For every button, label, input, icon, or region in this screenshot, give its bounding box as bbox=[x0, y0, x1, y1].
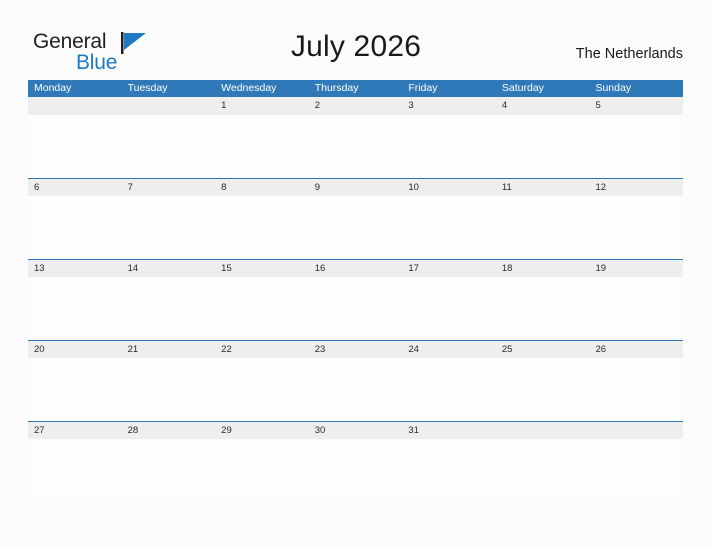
week-band: 13 14 15 16 17 18 19 bbox=[28, 259, 683, 277]
week-band: 6 7 8 9 10 11 12 bbox=[28, 178, 683, 196]
week-row: 27 28 29 30 31 bbox=[28, 421, 683, 502]
day-cell[interactable]: 25 bbox=[496, 341, 590, 358]
day-cell[interactable] bbox=[496, 422, 590, 439]
day-cell[interactable]: 16 bbox=[309, 260, 403, 277]
week-row: 13 14 15 16 17 18 19 bbox=[28, 259, 683, 340]
calendar-page: General Blue July 2026 The Netherlands M… bbox=[0, 0, 712, 550]
day-cell[interactable]: 21 bbox=[122, 341, 216, 358]
day-cell[interactable]: 7 bbox=[122, 179, 216, 196]
week-row: 1 2 3 4 5 bbox=[28, 97, 683, 178]
day-cell[interactable]: 18 bbox=[496, 260, 590, 277]
week-row: 6 7 8 9 10 11 12 bbox=[28, 178, 683, 259]
day-cell[interactable]: 14 bbox=[122, 260, 216, 277]
day-cell[interactable] bbox=[28, 97, 122, 114]
weekday-header-row: Monday Tuesday Wednesday Thursday Friday… bbox=[28, 80, 683, 97]
weekday-header-friday: Friday bbox=[408, 82, 438, 94]
day-cell[interactable]: 10 bbox=[402, 179, 496, 196]
weekday-header-saturday: Saturday bbox=[501, 82, 544, 94]
week-row: 20 21 22 23 24 25 26 bbox=[28, 340, 683, 421]
week-band: 27 28 29 30 31 bbox=[28, 421, 683, 439]
day-cell[interactable]: 23 bbox=[309, 341, 403, 358]
calendar-grid: Monday Tuesday Wednesday Thursday Friday… bbox=[28, 80, 683, 502]
country-label: The Netherlands bbox=[575, 46, 683, 62]
day-cell[interactable]: 1 bbox=[215, 97, 309, 114]
week-band: 20 21 22 23 24 25 26 bbox=[28, 340, 683, 358]
weekday-header-thursday: Thursday bbox=[314, 82, 359, 94]
day-cell[interactable] bbox=[589, 422, 683, 439]
day-cell[interactable]: 2 bbox=[309, 97, 403, 114]
day-cell[interactable]: 24 bbox=[402, 341, 496, 358]
day-cell[interactable]: 17 bbox=[402, 260, 496, 277]
day-cell[interactable]: 12 bbox=[589, 179, 683, 196]
day-cell[interactable]: 5 bbox=[589, 97, 683, 114]
day-cell[interactable]: 13 bbox=[28, 260, 122, 277]
day-cell[interactable]: 22 bbox=[215, 341, 309, 358]
day-cell[interactable]: 30 bbox=[309, 422, 403, 439]
day-cell[interactable]: 26 bbox=[589, 341, 683, 358]
day-cell[interactable]: 9 bbox=[309, 179, 403, 196]
day-cell[interactable]: 11 bbox=[496, 179, 590, 196]
day-cell[interactable]: 31 bbox=[402, 422, 496, 439]
weekday-header-tuesday: Tuesday bbox=[127, 82, 168, 94]
day-cell[interactable]: 19 bbox=[589, 260, 683, 277]
weekday-header-sunday: Sunday bbox=[595, 82, 632, 94]
day-cell[interactable] bbox=[122, 97, 216, 114]
week-band: 1 2 3 4 5 bbox=[28, 97, 683, 115]
weekday-header-wednesday: Wednesday bbox=[221, 82, 277, 94]
day-cell[interactable]: 15 bbox=[215, 260, 309, 277]
weekday-header-monday: Monday bbox=[34, 82, 72, 94]
day-cell[interactable]: 4 bbox=[496, 97, 590, 114]
day-cell[interactable]: 3 bbox=[402, 97, 496, 114]
day-cell[interactable]: 27 bbox=[28, 422, 122, 439]
day-cell[interactable]: 8 bbox=[215, 179, 309, 196]
day-cell[interactable]: 6 bbox=[28, 179, 122, 196]
day-cell[interactable]: 28 bbox=[122, 422, 216, 439]
page-header: General Blue July 2026 The Netherlands bbox=[0, 0, 712, 80]
day-cell[interactable]: 29 bbox=[215, 422, 309, 439]
day-cell[interactable]: 20 bbox=[28, 341, 122, 358]
